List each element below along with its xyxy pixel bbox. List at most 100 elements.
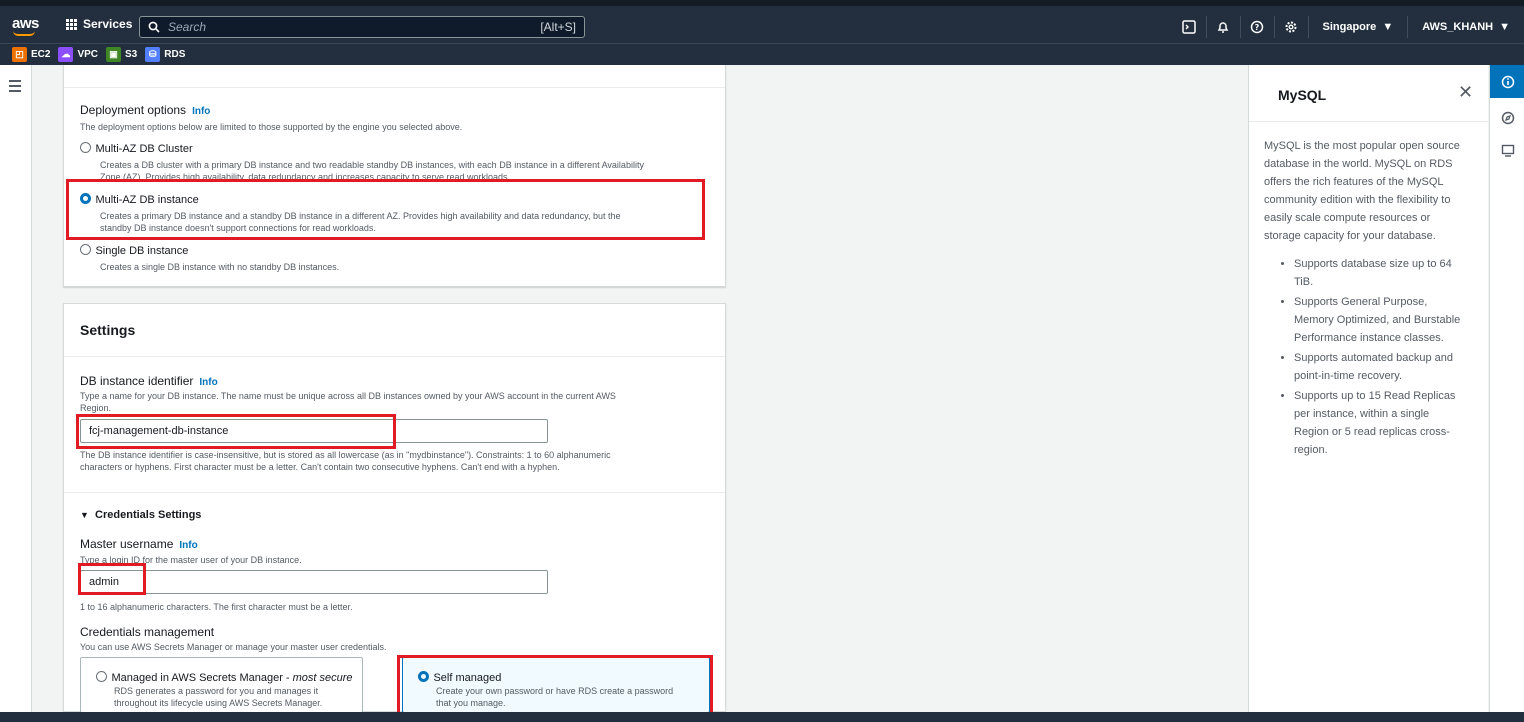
deployment-options-heading: Deployment options Info bbox=[80, 103, 210, 117]
favorite-ec2[interactable]: ◰ EC2 bbox=[12, 47, 50, 62]
master-username-desc: Type a login ID for the master user of y… bbox=[80, 555, 302, 565]
option-multi-az-cluster[interactable]: Multi-AZ DB Cluster Creates a DB cluster… bbox=[80, 139, 720, 183]
deployment-description: The deployment options below are limited… bbox=[80, 122, 463, 132]
desc-line: Region. bbox=[80, 403, 112, 413]
credentials-settings-toggle[interactable]: ▼ Credentials Settings bbox=[80, 509, 201, 521]
radio-unselected-icon[interactable] bbox=[96, 671, 107, 683]
region-selector[interactable]: Singapore ▼ bbox=[1307, 16, 1408, 38]
search-placeholder: Search bbox=[168, 20, 207, 34]
help-panel-title: MySQL bbox=[1278, 87, 1327, 103]
label-text: Master username bbox=[80, 537, 174, 551]
option-title: Multi-AZ DB Cluster bbox=[95, 143, 193, 155]
help-bullet: Supports up to 15 Read Replicas per inst… bbox=[1294, 387, 1466, 459]
option-secrets-manager[interactable]: Managed in AWS Secrets Manager - most se… bbox=[80, 657, 363, 713]
account-menu[interactable]: AWS_KHANH ▼ bbox=[1407, 16, 1524, 38]
heading-text: Deployment options bbox=[80, 103, 187, 117]
top-navigation-bar: aws Services Search [Alt+S] ? Singapore ▼… bbox=[0, 0, 1524, 43]
divider bbox=[64, 87, 725, 88]
divider bbox=[1249, 121, 1488, 122]
hint-line: characters or hyphens. First character m… bbox=[80, 462, 560, 472]
radio-selected-icon[interactable] bbox=[80, 193, 91, 205]
compass-icon[interactable] bbox=[1490, 108, 1524, 128]
search-shortcut: [Alt+S] bbox=[540, 20, 576, 34]
option-desc: that you manage. bbox=[436, 698, 506, 708]
help-bullet: Supports General Purpose, Memory Optimiz… bbox=[1294, 293, 1466, 347]
feedback-icon[interactable] bbox=[1490, 141, 1524, 161]
help-bullet: Supports database size up to 64 TiB. bbox=[1294, 255, 1466, 291]
option-desc: Create your own password or have RDS cre… bbox=[436, 686, 674, 696]
option-desc: Creates a single DB instance with no sta… bbox=[100, 262, 340, 272]
hint-line: The DB instance identifier is case-insen… bbox=[80, 450, 611, 460]
right-tool-rail bbox=[1489, 65, 1524, 712]
option-title: Self managed bbox=[433, 672, 502, 684]
option-desc: RDS generates a password for you and man… bbox=[114, 686, 319, 696]
option-title: Single DB instance bbox=[95, 245, 189, 257]
services-label: Services bbox=[83, 17, 133, 31]
s3-icon: ▣ bbox=[106, 47, 122, 62]
option-title-emphasis: most secure bbox=[292, 672, 353, 684]
option-multi-az-instance[interactable]: Multi-AZ DB instance Creates a primary D… bbox=[80, 190, 700, 234]
radio-selected-icon[interactable] bbox=[418, 671, 429, 683]
gear-icon[interactable] bbox=[1273, 16, 1308, 38]
left-navigation bbox=[0, 65, 32, 712]
aws-logo[interactable]: aws bbox=[12, 15, 39, 36]
info-icon[interactable] bbox=[1490, 65, 1524, 98]
option-desc: Creates a DB cluster with a primary DB i… bbox=[100, 160, 644, 170]
cloudshell-icon[interactable] bbox=[1172, 16, 1206, 38]
radio-unselected-icon[interactable] bbox=[80, 244, 91, 256]
option-desc: Zone (AZ). Provides high availability, d… bbox=[100, 172, 511, 182]
bottom-bar bbox=[0, 712, 1524, 722]
master-username-hint: 1 to 16 alphanumeric characters. The fir… bbox=[80, 602, 353, 612]
credentials-management-label: Credentials management bbox=[80, 625, 215, 639]
caret-down-icon: ▼ bbox=[1499, 21, 1510, 33]
info-link[interactable]: Info bbox=[199, 377, 217, 388]
settings-heading: Settings bbox=[80, 322, 136, 338]
favorites-bar: ◰ EC2 ☁ VPC ▣ S3 ⛁ RDS bbox=[0, 43, 1524, 65]
favorite-label: S3 bbox=[125, 49, 138, 60]
option-desc: standby DB instance doesn't support conn… bbox=[100, 223, 376, 233]
section-heading: Credentials Settings bbox=[95, 509, 202, 521]
option-desc: Creates a primary DB instance and a stan… bbox=[100, 211, 621, 221]
svg-text:?: ? bbox=[1255, 23, 1260, 32]
favorite-rds[interactable]: ⛁ RDS bbox=[145, 47, 185, 62]
favorite-label: VPC bbox=[77, 49, 99, 60]
vpc-icon: ☁ bbox=[58, 47, 74, 62]
services-menu-button[interactable]: Services bbox=[66, 17, 132, 31]
help-panel-body: MySQL is the most popular open source da… bbox=[1264, 137, 1466, 461]
top-right-controls: ? Singapore ▼ AWS_KHANH ▼ bbox=[1172, 16, 1524, 38]
search-input[interactable]: Search [Alt+S] bbox=[139, 16, 585, 38]
help-bullet: Supports automated backup and point-in-t… bbox=[1294, 349, 1466, 385]
rds-icon: ⛁ bbox=[145, 47, 161, 62]
option-title: Managed in AWS Secrets Manager - bbox=[111, 672, 293, 684]
ec2-icon: ◰ bbox=[12, 47, 27, 62]
favorite-vpc[interactable]: ☁ VPC bbox=[58, 47, 98, 62]
db-identifier-label: DB instance identifier Info bbox=[80, 374, 218, 388]
favorite-label: RDS bbox=[164, 49, 186, 60]
aws-smile-icon bbox=[13, 31, 35, 36]
bell-icon[interactable] bbox=[1205, 16, 1240, 38]
help-intro: MySQL is the most popular open source da… bbox=[1264, 140, 1460, 242]
menu-icon[interactable] bbox=[9, 80, 21, 95]
deployment-options-panel: Deployment options Info The deployment op… bbox=[63, 65, 726, 287]
desc-line: Type a name for your DB instance. The na… bbox=[80, 391, 616, 401]
divider bbox=[64, 356, 725, 357]
search-icon bbox=[148, 21, 160, 33]
option-self-managed[interactable]: Self managed Create your own password or… bbox=[402, 657, 710, 713]
favorite-s3[interactable]: ▣ S3 bbox=[106, 47, 137, 62]
db-identifier-desc: Type a name for your DB instance. The na… bbox=[80, 390, 700, 414]
radio-unselected-icon[interactable] bbox=[80, 142, 91, 154]
divider bbox=[64, 492, 725, 493]
close-icon[interactable]: ✕ bbox=[1458, 82, 1473, 103]
master-username-input[interactable]: admin bbox=[80, 570, 548, 594]
browser-strip bbox=[0, 0, 1524, 6]
info-link[interactable]: Info bbox=[179, 540, 197, 551]
help-icon[interactable]: ? bbox=[1239, 16, 1274, 38]
option-single-instance[interactable]: Single DB instance Creates a single DB i… bbox=[80, 241, 700, 273]
aws-logo-text: aws bbox=[12, 15, 39, 32]
credentials-management-desc: You can use AWS Secrets Manager or manag… bbox=[80, 642, 387, 652]
info-link[interactable]: Info bbox=[192, 106, 210, 117]
db-identifier-input[interactable]: fcj-management-db-instance bbox=[80, 419, 548, 443]
help-panel: MySQL ✕ MySQL is the most popular open s… bbox=[1248, 65, 1488, 712]
master-username-label: Master username Info bbox=[80, 537, 198, 551]
db-identifier-hint: The DB instance identifier is case-insen… bbox=[80, 449, 710, 473]
